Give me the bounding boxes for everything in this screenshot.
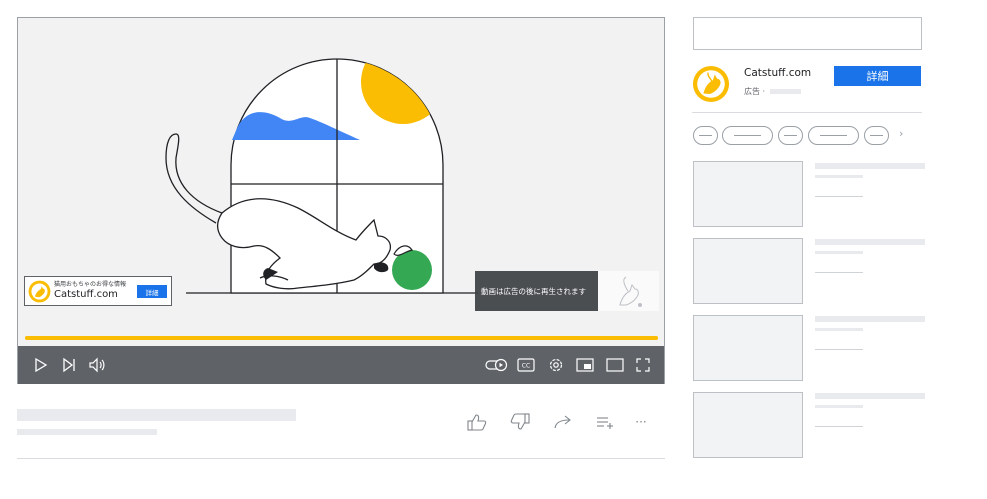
overlay-ad-details-button[interactable]: 詳細	[137, 285, 167, 298]
autoplay-icon	[485, 358, 508, 372]
more-actions-button[interactable]: ···	[630, 411, 652, 433]
save-to-playlist-button[interactable]	[594, 411, 616, 433]
overlay-ad-domain: Catstuff.com	[54, 289, 118, 300]
chips-next-icon[interactable]: ›	[899, 127, 903, 140]
suggested-video-thumbnail[interactable]	[693, 392, 803, 458]
sidebar-ad-url-placeholder	[770, 89, 801, 94]
video-player[interactable]: 猫用おもちゃのお得な情報 Catstuff.com 詳細 動画は広告の後に再生さ…	[17, 17, 665, 384]
progress-bar[interactable]	[25, 336, 658, 340]
suggested-video-meta-placeholder	[815, 272, 863, 273]
suggested-video-meta-placeholder	[815, 196, 863, 197]
miniplayer-icon	[576, 358, 594, 372]
settings-icon	[549, 358, 563, 372]
ball-shape	[392, 250, 432, 290]
captions-button[interactable]: CC	[515, 354, 537, 376]
dislike-button[interactable]	[509, 411, 531, 433]
svg-text:CC: CC	[522, 363, 530, 370]
share-icon	[554, 415, 571, 429]
suggested-video-title-placeholder	[815, 239, 925, 245]
suggested-video-channel-placeholder	[815, 405, 863, 408]
save-to-playlist-icon	[597, 417, 613, 429]
next-icon	[63, 357, 75, 373]
volume-button[interactable]	[86, 354, 108, 376]
video-preview-thumbnail[interactable]	[598, 271, 659, 311]
like-icon	[467, 414, 487, 431]
fullscreen-icon	[636, 358, 650, 372]
like-button[interactable]	[466, 411, 488, 433]
catstuff-logo-icon	[28, 280, 51, 303]
play-icon	[35, 357, 48, 373]
suggested-video-title-placeholder	[815, 393, 925, 399]
play-button[interactable]	[30, 354, 52, 376]
volume-icon	[89, 357, 105, 373]
catstuff-logo-icon	[692, 65, 730, 103]
progress-bar-fill	[25, 336, 658, 340]
suggested-video-title-placeholder	[815, 316, 925, 322]
theater-icon	[606, 358, 624, 372]
video-meta-placeholder	[17, 429, 157, 435]
autoplay-toggle[interactable]	[484, 354, 510, 376]
more-icon: ···	[635, 415, 647, 429]
suggested-video-channel-placeholder	[815, 251, 863, 254]
suggested-video-thumbnail[interactable]	[693, 161, 803, 227]
content-divider	[17, 458, 665, 459]
dislike-icon	[510, 413, 530, 430]
captions-icon: CC	[517, 358, 535, 372]
suggested-video-meta-placeholder	[815, 349, 863, 350]
next-button[interactable]	[58, 354, 80, 376]
filter-chip[interactable]	[693, 126, 718, 145]
filter-chip[interactable]	[864, 126, 889, 145]
sidebar-ad-details-button[interactable]: 詳細	[834, 66, 921, 86]
filter-chip[interactable]	[808, 126, 859, 145]
suggested-video-meta-placeholder	[815, 426, 863, 427]
filter-chip[interactable]	[778, 126, 803, 145]
ad-skip-notice: 動画は広告の後に再生されます	[475, 271, 598, 311]
overlay-ad-tagline: 猫用おもちゃのお得な情報	[54, 281, 127, 288]
suggested-video-title-placeholder	[815, 163, 925, 169]
fullscreen-button[interactable]	[632, 354, 654, 376]
sidebar-divider	[692, 112, 922, 113]
theater-mode-button[interactable]	[604, 354, 626, 376]
video-title-placeholder	[17, 409, 296, 421]
sidebar-ad-title[interactable]: Catstuff.com	[744, 67, 811, 79]
sidebar-ad-label: 広告 ·	[744, 87, 766, 96]
player-controls-bar: CC	[18, 346, 664, 384]
suggested-video-thumbnail[interactable]	[693, 238, 803, 304]
overlay-ad-banner[interactable]: 猫用おもちゃのお得な情報 Catstuff.com 詳細	[24, 276, 172, 306]
suggested-video-channel-placeholder	[815, 328, 863, 331]
companion-banner-placeholder	[693, 17, 922, 50]
miniplayer-button[interactable]	[574, 354, 596, 376]
suggested-video-channel-placeholder	[815, 175, 863, 178]
suggested-video-thumbnail[interactable]	[693, 315, 803, 381]
share-button[interactable]	[552, 411, 574, 433]
settings-button[interactable]	[545, 354, 567, 376]
filter-chip[interactable]	[722, 126, 773, 145]
